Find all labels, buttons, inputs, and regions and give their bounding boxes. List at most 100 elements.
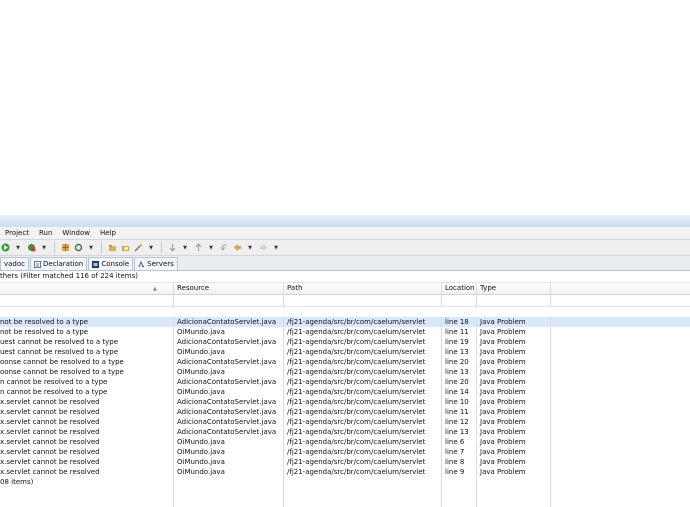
cell-filler (551, 447, 690, 457)
tab-servers[interactable]: Servers (134, 257, 178, 270)
cell-path: /fj21-agenda/src/br/com/caelum/servlet (284, 407, 442, 417)
menu-help[interactable]: Help (95, 229, 121, 237)
toolbar-separator (54, 242, 55, 253)
cell-filler (551, 317, 690, 327)
table-row[interactable]: n cannot be resolved to a type AdicionaCo… (0, 377, 690, 387)
table-row[interactable]: oonse cannot be resolved to a type Adicio… (0, 357, 690, 367)
column-header-resource[interactable]: Resource (174, 283, 284, 294)
menu-run[interactable]: Run (34, 229, 57, 237)
tab-console[interactable]: Console (88, 257, 134, 270)
cell-location: line 13 (442, 427, 477, 437)
cell-resource: OiMundo.java (174, 447, 284, 457)
cell-resource: OiMundo.java (174, 437, 284, 447)
cell-filler (551, 407, 690, 417)
column-header-type[interactable]: Type (477, 283, 551, 294)
forward-icon[interactable] (258, 243, 268, 253)
debug-icon[interactable] (26, 243, 36, 253)
cell-location: line 8 (442, 457, 477, 467)
menu-project[interactable]: Project (0, 229, 34, 237)
cell-description: oonse cannot be resolved to a type (0, 357, 174, 367)
cell-location: line 10 (442, 397, 477, 407)
cell-filler (551, 367, 690, 377)
problems-table: ▲ Resource Path Location Type not be res… (0, 282, 690, 507)
table-row[interactable]: x.servlet cannot be resolved OiMundo.java… (0, 457, 690, 467)
cell-location: line 6 (442, 437, 477, 447)
column-header-description[interactable]: ▲ (0, 283, 174, 294)
table-row[interactable]: oonse cannot be resolved to a type OiMund… (0, 367, 690, 377)
cell-path: /fj21-agenda/src/br/com/caelum/servlet (284, 437, 442, 447)
cell-location: line 20 (442, 357, 477, 367)
tab-declaration[interactable]: Declaration (30, 257, 88, 270)
cell-location: line 13 (442, 347, 477, 357)
cell-path: /fj21-agenda/src/br/com/caelum/servlet (284, 347, 442, 357)
cell-resource: OiMundo.java (174, 457, 284, 467)
dropdown-arrow-icon[interactable]: ▼ (86, 243, 96, 253)
cell-description: uest cannot be resolved to a type (0, 347, 174, 357)
blank-cell (174, 497, 284, 507)
table-row[interactable]: uest cannot be resolved to a type OiMundo… (0, 347, 690, 357)
table-row[interactable]: not be resolved to a type AdicionaContato… (0, 317, 690, 327)
cell-location: line 11 (442, 327, 477, 337)
cell-path: /fj21-agenda/src/br/com/caelum/servlet (284, 357, 442, 367)
wand-icon[interactable] (133, 243, 143, 253)
cell-location: line 18 (442, 317, 477, 327)
folder-icon[interactable] (120, 243, 130, 253)
menu-window[interactable]: Window (57, 229, 95, 237)
run-icon[interactable] (0, 243, 10, 253)
cell-description: x.servlet cannot be resolved (0, 457, 174, 467)
cell-type: Java Problem (477, 397, 551, 407)
cell-type: Java Problem (477, 447, 551, 457)
table-row-summary[interactable]: 08 items) (0, 477, 690, 487)
table-row[interactable]: n cannot be resolved to a type OiMundo.ja… (0, 387, 690, 397)
cell-type: Java Problem (477, 377, 551, 387)
table-row[interactable]: x.servlet cannot be resolved AdicionaCont… (0, 427, 690, 437)
table-row[interactable]: x.servlet cannot be resolved OiMundo.java… (0, 447, 690, 457)
back-icon[interactable] (232, 243, 242, 253)
blank-cell (551, 477, 690, 487)
open-folder-icon[interactable] (107, 243, 117, 253)
dropdown-arrow-icon[interactable]: ▼ (245, 243, 255, 253)
table-row[interactable]: x.servlet cannot be resolved AdicionaCont… (0, 397, 690, 407)
dropdown-arrow-icon[interactable]: ▼ (146, 243, 156, 253)
annotation-next-icon[interactable] (167, 243, 177, 253)
annotation-prev-icon[interactable] (193, 243, 203, 253)
cell-filler (551, 387, 690, 397)
cell-type: Java Problem (477, 387, 551, 397)
empty-editor-area (0, 0, 690, 215)
table-row[interactable]: x.servlet cannot be resolved OiMundo.java… (0, 437, 690, 447)
cell-filler (551, 377, 690, 387)
blank-cell (477, 487, 551, 497)
refresh-icon[interactable] (73, 243, 83, 253)
table-blank-row (0, 295, 690, 307)
cell-type: Java Problem (477, 317, 551, 327)
table-row[interactable]: not be resolved to a type OiMundo.java/fj… (0, 327, 690, 337)
table-row[interactable]: x.servlet cannot be resolved AdicionaCont… (0, 407, 690, 417)
blank-cell (551, 497, 690, 507)
blank-cell (284, 477, 442, 487)
cell-path: /fj21-agenda/src/br/com/caelum/servlet (284, 367, 442, 377)
column-header-path[interactable]: Path (284, 283, 442, 294)
table-row[interactable]: x.servlet cannot be resolved OiMundo.java… (0, 467, 690, 477)
dropdown-arrow-icon[interactable]: ▼ (206, 243, 216, 253)
table-empty-area (0, 487, 690, 507)
blank-cell (0, 295, 174, 306)
dropdown-arrow-icon[interactable]: ▼ (13, 243, 23, 253)
dropdown-arrow-icon[interactable]: ▼ (180, 243, 190, 253)
cell-type: Java Problem (477, 347, 551, 357)
cell-location: line 12 (442, 417, 477, 427)
blank-cell (477, 477, 551, 487)
column-header-location[interactable]: Location (442, 283, 477, 294)
back-nav-icon[interactable] (219, 243, 229, 253)
cell-type: Java Problem (477, 467, 551, 477)
grid-icon[interactable] (60, 243, 70, 253)
table-row[interactable]: uest cannot be resolved to a type Adicion… (0, 337, 690, 347)
cell-resource: OiMundo.java (174, 327, 284, 337)
table-row[interactable]: x.servlet cannot be resolved AdicionaCont… (0, 417, 690, 427)
cell-filler (551, 417, 690, 427)
dropdown-arrow-icon[interactable]: ▼ (39, 243, 49, 253)
cell-description: uest cannot be resolved to a type (0, 337, 174, 347)
tab-javadoc[interactable]: vadoc (0, 257, 30, 270)
cell-location: line 14 (442, 387, 477, 397)
dropdown-arrow-icon[interactable]: ▼ (271, 243, 281, 253)
cell-path: /fj21-agenda/src/br/com/caelum/servlet (284, 447, 442, 457)
